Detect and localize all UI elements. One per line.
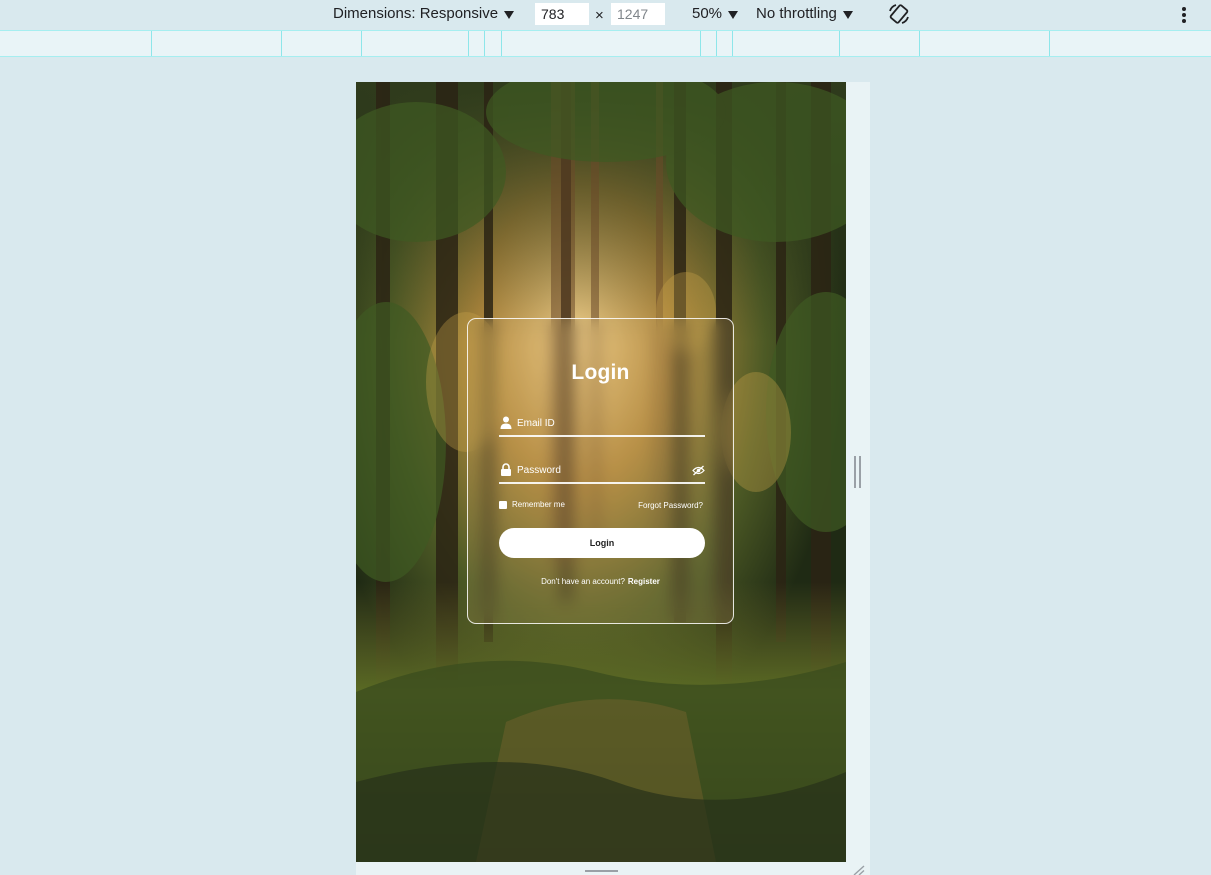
- email-input[interactable]: [517, 413, 687, 433]
- email-field[interactable]: [499, 413, 705, 437]
- zoom-dropdown[interactable]: 50%: [692, 5, 739, 22]
- resize-handle-bottom[interactable]: [585, 870, 618, 872]
- user-icon: [500, 416, 512, 429]
- dimensions-dropdown[interactable]: Dimensions: Responsive: [333, 5, 515, 22]
- width-input[interactable]: [535, 3, 589, 25]
- login-button[interactable]: Login: [499, 528, 705, 558]
- height-input[interactable]: [611, 3, 665, 25]
- password-input[interactable]: [517, 460, 687, 480]
- eye-off-icon[interactable]: [692, 465, 705, 476]
- device-toolbar: Dimensions: Responsive × 50% No throttli…: [0, 0, 1211, 30]
- register-prompt: Don't have an account? Register: [468, 577, 733, 586]
- device-frame-bottom: [356, 862, 870, 875]
- emulated-viewport: Login Remember me Forgot Passwo: [356, 82, 846, 862]
- remember-me[interactable]: Remember me: [499, 500, 565, 509]
- remember-checkbox[interactable]: [499, 500, 507, 509]
- resize-handle-corner[interactable]: [852, 864, 866, 875]
- register-prompt-text: Don't have an account?: [541, 577, 625, 586]
- login-card: Login Remember me Forgot Passwo: [467, 318, 734, 624]
- rotate-device-icon[interactable]: [887, 2, 911, 26]
- chevron-down-icon: [842, 10, 853, 19]
- remember-label: Remember me: [512, 500, 565, 509]
- forgot-password-link[interactable]: Forgot Password?: [638, 501, 703, 510]
- throttling-label: No throttling: [756, 5, 837, 22]
- more-options-icon[interactable]: [1177, 5, 1191, 25]
- resize-handle-right[interactable]: [854, 456, 862, 488]
- register-link[interactable]: Register: [628, 577, 660, 586]
- zoom-label: 50%: [692, 5, 723, 22]
- dimensions-label: Dimensions: Responsive: [333, 5, 499, 22]
- password-field[interactable]: [499, 460, 705, 484]
- chevron-down-icon: [504, 10, 515, 19]
- media-query-ruler[interactable]: [0, 30, 1211, 57]
- times-symbol: ×: [595, 7, 604, 24]
- chevron-down-icon: [728, 10, 739, 19]
- throttling-dropdown[interactable]: No throttling: [756, 5, 853, 22]
- login-title: Login: [571, 361, 630, 384]
- lock-icon: [501, 463, 511, 476]
